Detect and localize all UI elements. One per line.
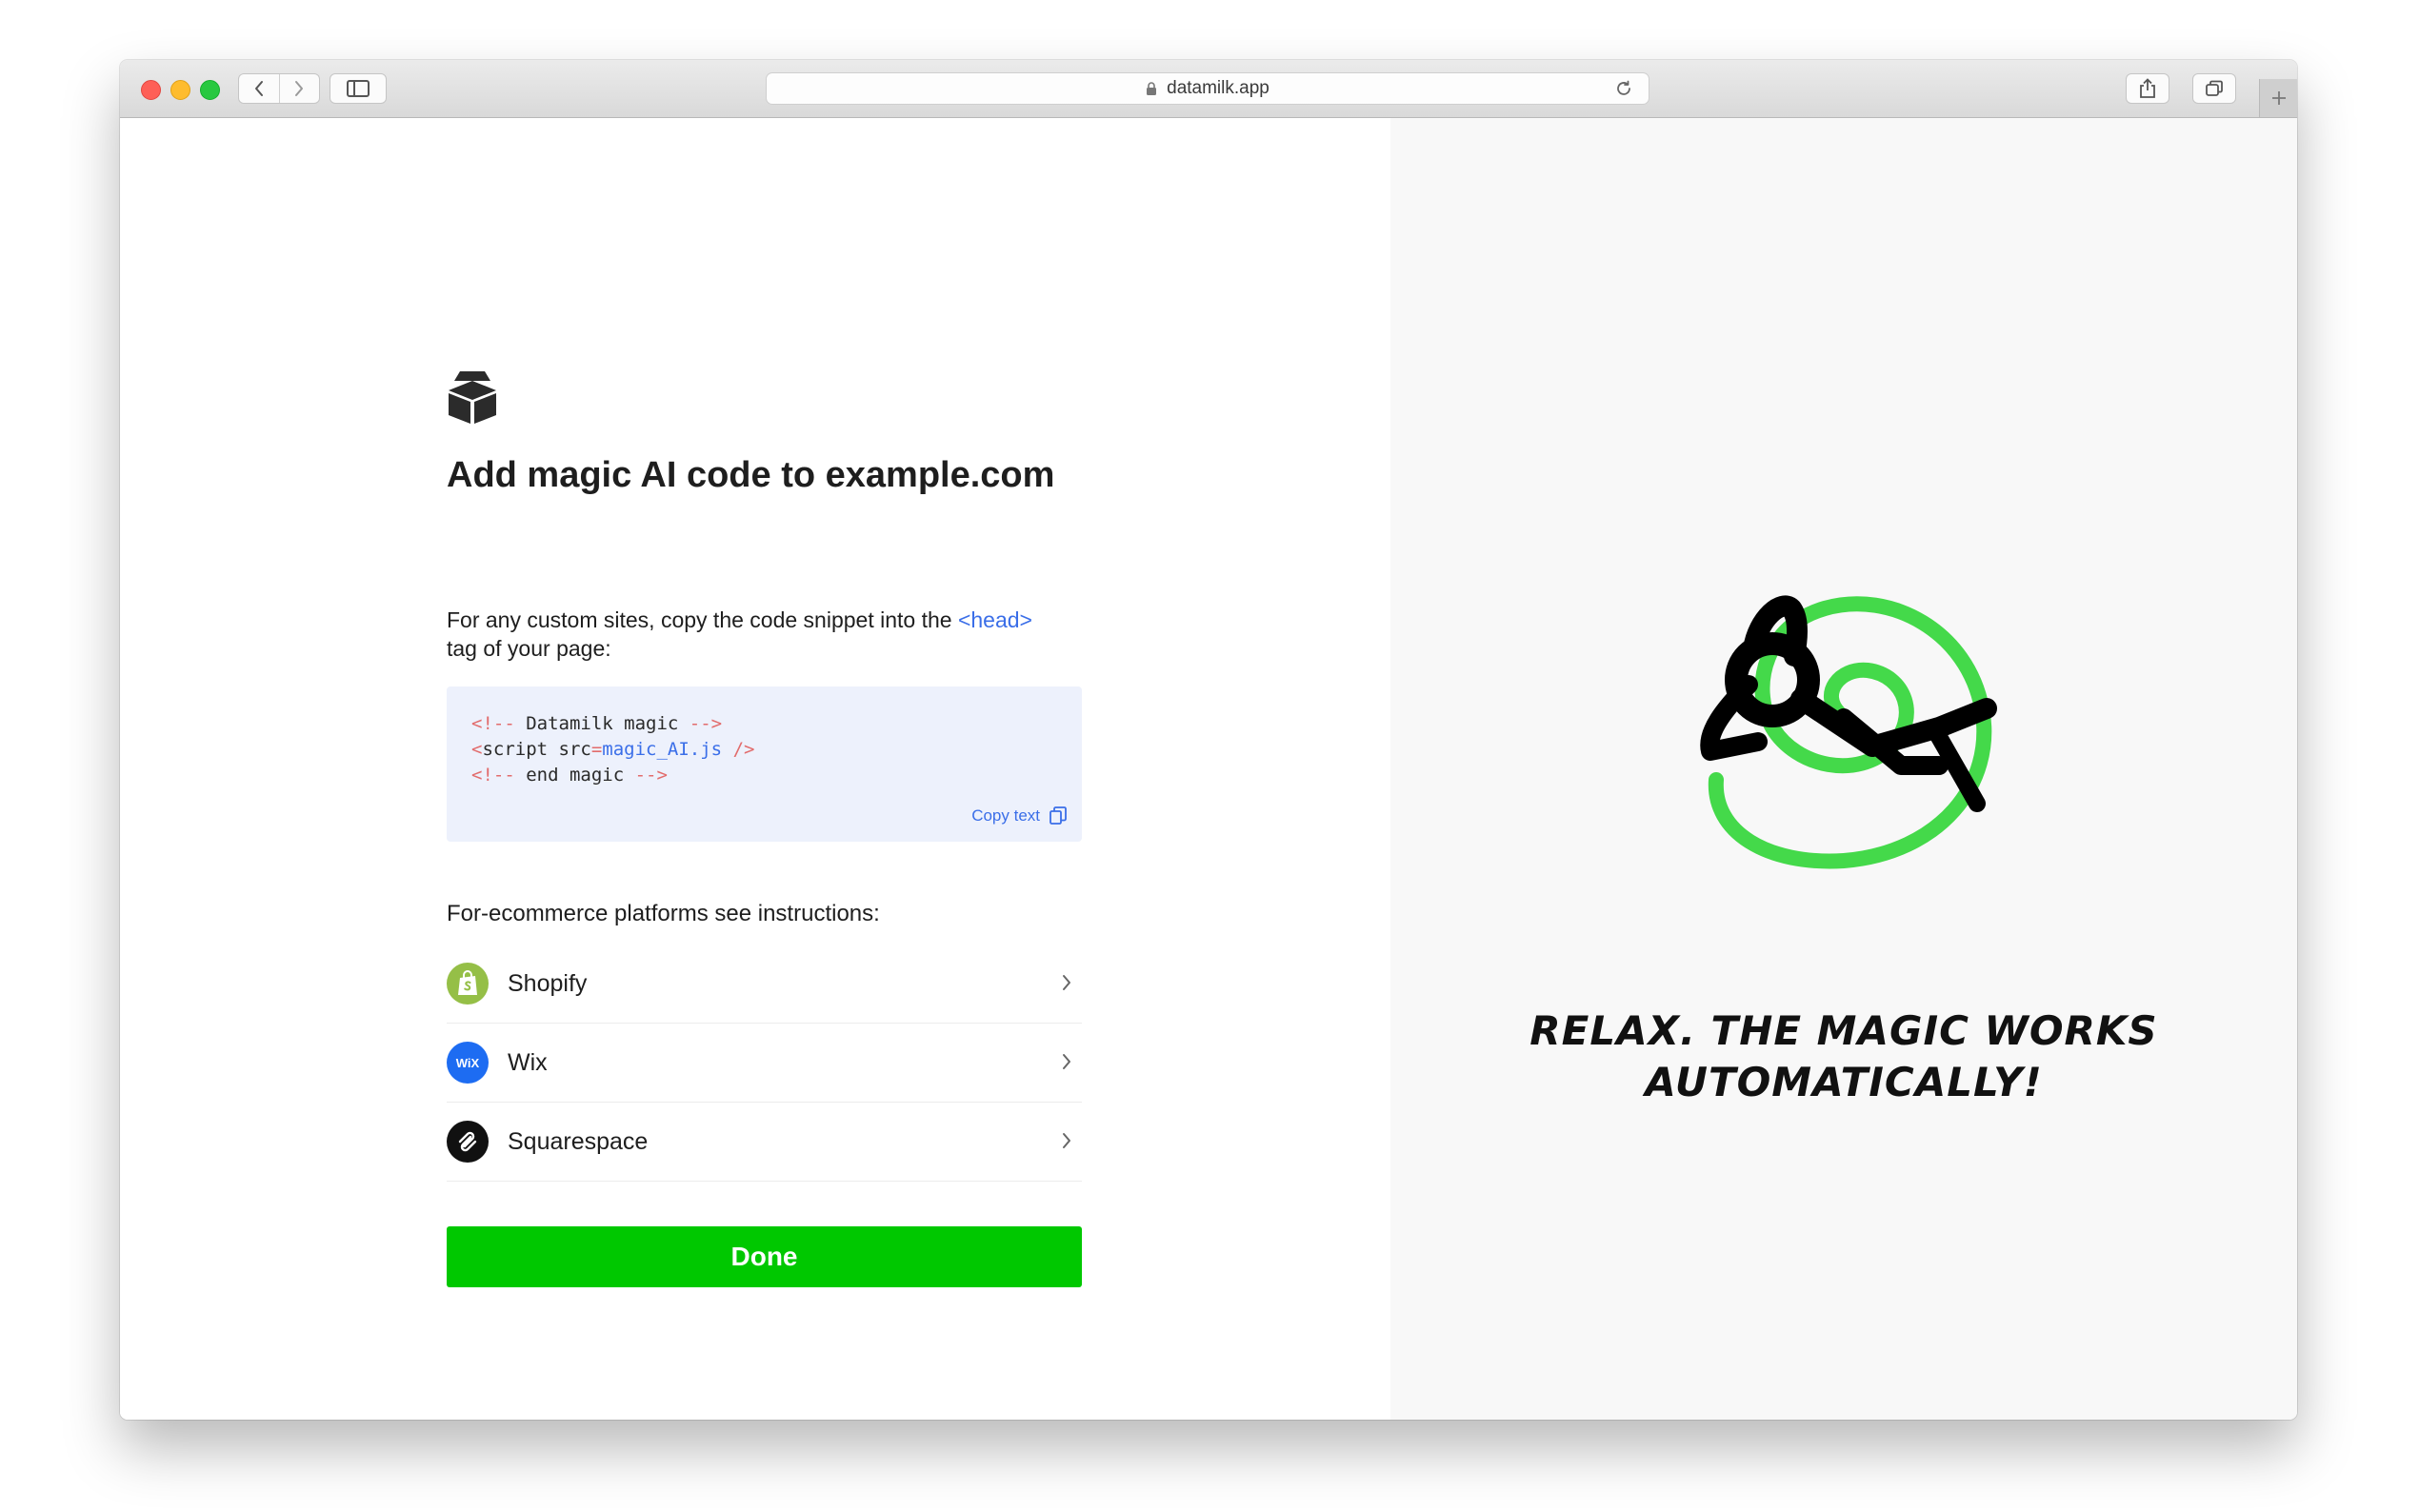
wix-badge-text: WiX	[455, 1055, 480, 1070]
close-window-button[interactable]	[141, 80, 161, 100]
code-line: <!-- Datamilk magic -->	[471, 711, 1057, 737]
chevron-right-icon	[1063, 975, 1070, 990]
shopify-icon	[447, 963, 489, 1005]
chevron-right-icon	[295, 81, 304, 96]
lock-icon	[1146, 81, 1157, 96]
reload-icon[interactable]	[1614, 79, 1633, 104]
address-bar[interactable]: datamilk.app	[766, 72, 1649, 105]
plus-icon	[2272, 91, 2286, 105]
squarespace-icon	[447, 1121, 489, 1163]
code-comment-open: <!--	[471, 713, 515, 734]
done-button[interactable]: Done	[447, 1226, 1082, 1287]
share-icon	[2140, 78, 2155, 98]
forward-button[interactable]	[278, 74, 320, 103]
platform-wix[interactable]: WiX Wix	[447, 1024, 1082, 1103]
page-title: Add magic AI code to example.com	[447, 455, 1055, 495]
chevron-right-icon	[1063, 1133, 1070, 1148]
wix-icon: WiX	[447, 1042, 489, 1084]
browser-toolbar: datamilk.app	[120, 60, 2297, 118]
navigation-buttons	[238, 73, 320, 104]
tagline-line-2: AUTOMATICALLY!	[1645, 1059, 2043, 1105]
code-line: <!-- end magic -->	[471, 763, 1057, 788]
platforms-heading: For-ecommerce platforms see instructions…	[447, 901, 880, 926]
page-content: Add magic AI code to example.com For any…	[120, 118, 2297, 1420]
zoom-window-button[interactable]	[200, 80, 220, 100]
tabs-icon	[2206, 80, 2223, 96]
platform-shopify[interactable]: Shopify	[447, 945, 1082, 1024]
share-button[interactable]	[2126, 73, 2169, 104]
back-button[interactable]	[239, 74, 279, 103]
platform-label: Shopify	[508, 969, 588, 997]
code-tag-close: />	[722, 739, 755, 760]
chevron-left-icon	[254, 81, 263, 96]
minimize-window-button[interactable]	[170, 80, 190, 100]
code-tag-name: script src	[482, 739, 591, 760]
instructions-after: tag of your page:	[447, 636, 611, 661]
platform-label: Wix	[508, 1048, 548, 1076]
platform-squarespace[interactable]: Squarespace	[447, 1103, 1082, 1182]
setup-pane: Add magic AI code to example.com For any…	[120, 118, 1390, 1420]
copy-icon	[1050, 806, 1067, 825]
head-tag-text: <head>	[957, 607, 1032, 632]
code-comment-text: Datamilk magic	[514, 713, 690, 734]
code-line: <script src=magic_AI.js />	[471, 737, 1057, 763]
copy-text-button[interactable]: Copy text	[971, 803, 1067, 828]
code-comment-close: -->	[689, 713, 723, 734]
chevron-right-icon	[1063, 1054, 1070, 1069]
address-text: datamilk.app	[1167, 78, 1269, 98]
browser-window: datamilk.app Add magic AI code to exampl…	[120, 60, 2297, 1420]
code-equals: =	[590, 739, 603, 760]
sidebar-toggle-button[interactable]	[330, 73, 387, 104]
instructions-text: For any custom sites, copy the code snip…	[447, 606, 1056, 663]
milk-carton-icon	[447, 369, 498, 429]
relax-tagline: RELAX. THE MAGIC WORKS AUTOMATICALLY!	[1390, 1005, 2297, 1108]
code-comment-open: <!--	[471, 765, 515, 786]
illustration-pane: RELAX. THE MAGIC WORKS AUTOMATICALLY!	[1390, 118, 2297, 1420]
platform-label: Squarespace	[508, 1127, 649, 1155]
code-attr-value: magic_AI.js	[602, 739, 723, 760]
sidebar-icon	[347, 80, 370, 97]
code-comment-text: end magic	[514, 765, 635, 786]
tab-overview-button[interactable]	[2192, 73, 2236, 104]
tagline-line-1: RELAX. THE MAGIC WORKS	[1529, 1007, 2158, 1054]
copy-text-label: Copy text	[971, 806, 1040, 825]
code-snippet-box: <!-- Datamilk magic --> <script src=magi…	[447, 686, 1082, 842]
code-comment-close: -->	[634, 765, 668, 786]
instructions-before: For any custom sites, copy the code snip…	[447, 607, 958, 632]
new-tab-button[interactable]	[2259, 79, 2297, 117]
platform-list: Shopify WiX Wix Squarespace	[447, 945, 1082, 1182]
code-tag-open: <	[471, 739, 483, 760]
relaxing-figure-illustration	[1653, 518, 2034, 904]
